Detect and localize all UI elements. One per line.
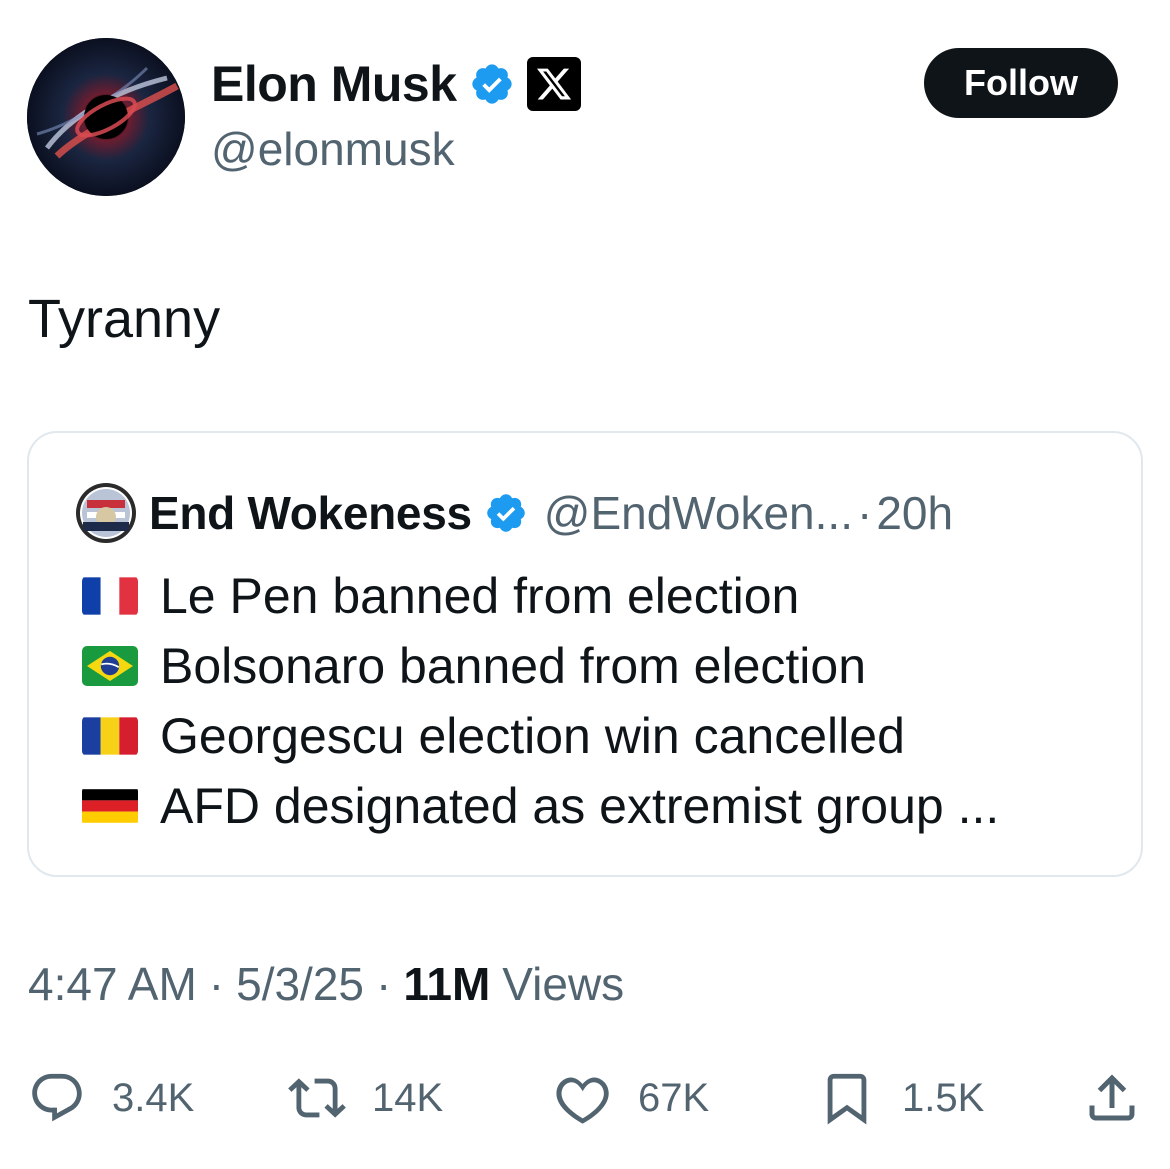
bookmark-icon bbox=[827, 1073, 867, 1125]
share-icon bbox=[1089, 1074, 1135, 1121]
reply-button[interactable]: 3.4K bbox=[28, 1068, 194, 1128]
france-flag-icon bbox=[82, 577, 138, 615]
tweet-time[interactable]: 4:47 AM bbox=[28, 957, 197, 1011]
quoted-separator: · bbox=[857, 487, 873, 539]
reply-count: 3.4K bbox=[112, 1075, 195, 1120]
tweet-text: Tyranny bbox=[28, 289, 221, 349]
quoted-line-text: Bolsonaro banned from election bbox=[160, 638, 867, 694]
quoted-line-text: Georgescu election win cancelled bbox=[160, 708, 905, 764]
tweet-date[interactable]: 5/3/25 bbox=[236, 957, 364, 1011]
like-button[interactable]: 67K bbox=[554, 1068, 709, 1128]
follow-button[interactable]: Follow bbox=[924, 48, 1118, 118]
quoted-author-avatar bbox=[75, 482, 137, 544]
heart-icon bbox=[556, 1077, 609, 1124]
share-button[interactable] bbox=[1082, 1068, 1142, 1128]
reply-icon bbox=[32, 1073, 82, 1122]
tweet: Elon Musk @elonmusk Follow Tyranny End W… bbox=[0, 0, 1170, 1169]
quoted-line-text: AFD designated as extremist group ... bbox=[160, 778, 1000, 834]
author-handle[interactable]: @elonmusk bbox=[211, 122, 455, 176]
repost-count: 14K bbox=[372, 1075, 444, 1120]
verified-badge-icon bbox=[469, 61, 515, 107]
views-label: Views bbox=[502, 958, 625, 1010]
author-name-row: Elon Musk bbox=[211, 52, 581, 116]
quoted-tweet-card[interactable]: End Wokeness @EndWoken... · 20h Le Pen b… bbox=[27, 431, 1143, 877]
repost-icon bbox=[288, 1078, 346, 1118]
quoted-timestamp: 20h bbox=[876, 487, 954, 539]
quoted-tweet-text: Le Pen banned from election Bolsonaro ba… bbox=[82, 561, 999, 841]
quoted-tweet-header: End Wokeness @EndWoken... · 20h bbox=[75, 483, 953, 543]
bookmark-count: 1.5K bbox=[902, 1075, 985, 1120]
meta-separator: · bbox=[376, 958, 392, 1010]
quoted-author-handle: @EndWoken... bbox=[543, 487, 853, 539]
quoted-line: Georgescu election win cancelled bbox=[82, 701, 999, 771]
romania-flag-icon bbox=[82, 717, 138, 755]
quoted-author-name: End Wokeness bbox=[149, 487, 472, 539]
quoted-line-text: Le Pen banned from election bbox=[160, 568, 800, 624]
quoted-line: Le Pen banned from election bbox=[82, 561, 999, 631]
repost-button[interactable]: 14K bbox=[288, 1068, 443, 1128]
x-logo-icon bbox=[526, 57, 581, 111]
quoted-line: AFD designated as extremist group ... bbox=[82, 771, 999, 841]
views-count: 11M bbox=[403, 958, 491, 1010]
germany-flag-icon bbox=[82, 789, 138, 823]
bookmark-button[interactable]: 1.5K bbox=[818, 1068, 984, 1128]
author-avatar[interactable] bbox=[27, 38, 185, 196]
tweet-meta: 4:47 AM · 5/3/25 · 11M Views bbox=[28, 957, 624, 1011]
like-count: 67K bbox=[638, 1075, 710, 1120]
meta-separator: · bbox=[208, 958, 225, 1010]
brazil-flag-icon bbox=[82, 646, 138, 686]
quoted-line: Bolsonaro banned from election bbox=[82, 631, 999, 701]
author-display-name[interactable]: Elon Musk bbox=[211, 55, 457, 113]
quoted-verified-badge-icon bbox=[472, 491, 544, 535]
